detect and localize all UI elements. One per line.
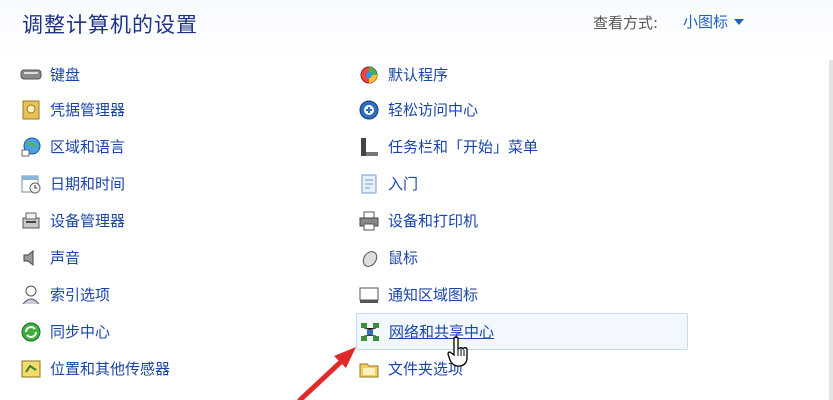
folder-options-icon (358, 358, 380, 380)
control-panel-window: 调整计算机的设置 查看方式: 小图标 键盘 凭据管理器 区域和语言 日期和时间 … (0, 0, 833, 400)
item-label: 设备和打印机 (388, 212, 479, 230)
item-label: 鼠标 (388, 249, 419, 267)
ease-of-access-icon (358, 99, 380, 121)
item-label: 声音 (50, 249, 81, 267)
page-title: 调整计算机的设置 (22, 13, 198, 37)
taskbar-start-menu-icon (358, 136, 380, 158)
location-sensors-icon (20, 358, 42, 380)
item-credential-manager[interactable]: 凭据管理器 (20, 91, 330, 128)
vertical-scrollbar[interactable] (829, 60, 833, 400)
item-folder-options[interactable]: 文件夹选项 (358, 350, 668, 387)
view-by-value: 小图标 (683, 13, 729, 31)
region-language-icon (20, 136, 42, 158)
item-date-time[interactable]: 日期和时间 (20, 165, 330, 202)
item-label: 任务栏和「开始」菜单 (388, 138, 539, 156)
item-region-language[interactable]: 区域和语言 (20, 128, 330, 165)
keyboard-icon (20, 64, 42, 86)
credential-manager-icon (20, 99, 42, 121)
header: 调整计算机的设置 查看方式: 小图标 (0, 0, 833, 58)
item-label: 网络和共享中心 (389, 323, 495, 341)
mouse-icon (358, 247, 380, 269)
item-notification-area[interactable]: 通知区域图标 (358, 276, 668, 313)
sound-icon (20, 247, 42, 269)
item-taskbar-start-menu[interactable]: 任务栏和「开始」菜单 (358, 128, 668, 165)
item-label: 默认程序 (388, 66, 449, 84)
sync-center-icon (20, 321, 42, 343)
indexing-options-icon (20, 284, 42, 306)
item-label: 同步中心 (50, 323, 111, 341)
network-sharing-icon (359, 321, 381, 343)
default-programs-icon (358, 64, 380, 86)
item-label: 日期和时间 (50, 175, 126, 193)
item-label: 位置和其他传感器 (50, 360, 171, 378)
item-mouse[interactable]: 鼠标 (358, 239, 668, 276)
item-default-programs[interactable]: 默认程序 (358, 58, 668, 91)
view-by-dropdown[interactable]: 小图标 (683, 11, 745, 32)
item-location-sensors[interactable]: 位置和其他传感器 (20, 350, 330, 387)
item-label: 索引选项 (50, 286, 111, 304)
date-time-icon (20, 173, 42, 195)
item-getting-started[interactable]: 入门 (358, 165, 668, 202)
hand-cursor-icon (447, 336, 468, 367)
getting-started-icon (358, 173, 380, 195)
item-keyboard[interactable]: 键盘 (20, 58, 330, 91)
item-label: 通知区域图标 (388, 286, 479, 304)
item-label: 键盘 (50, 66, 81, 84)
item-label: 凭据管理器 (50, 101, 126, 119)
right-column: 默认程序 轻松访问中心 任务栏和「开始」菜单 入门 设备和打印机 鼠标 通知区域… (356, 58, 688, 387)
item-sync-center[interactable]: 同步中心 (20, 313, 330, 350)
caret-down-icon (734, 19, 745, 25)
item-indexing-options[interactable]: 索引选项 (20, 276, 330, 313)
item-label: 设备管理器 (50, 212, 126, 230)
item-label: 区域和语言 (50, 138, 126, 156)
item-label: 入门 (388, 175, 419, 193)
view-by-label: 查看方式: (593, 14, 659, 32)
item-devices-printers[interactable]: 设备和打印机 (358, 202, 668, 239)
item-sound[interactable]: 声音 (20, 239, 330, 276)
item-label: 轻松访问中心 (388, 101, 479, 119)
item-ease-of-access[interactable]: 轻松访问中心 (358, 91, 668, 128)
item-network-sharing[interactable]: 网络和共享中心 (356, 313, 688, 350)
left-column: 键盘 凭据管理器 区域和语言 日期和时间 设备管理器 声音 索引选项 同步中心 … (20, 58, 330, 387)
device-manager-icon (20, 210, 42, 232)
printer-icon (358, 210, 380, 232)
item-device-manager[interactable]: 设备管理器 (20, 202, 330, 239)
notification-area-icon (358, 284, 380, 306)
